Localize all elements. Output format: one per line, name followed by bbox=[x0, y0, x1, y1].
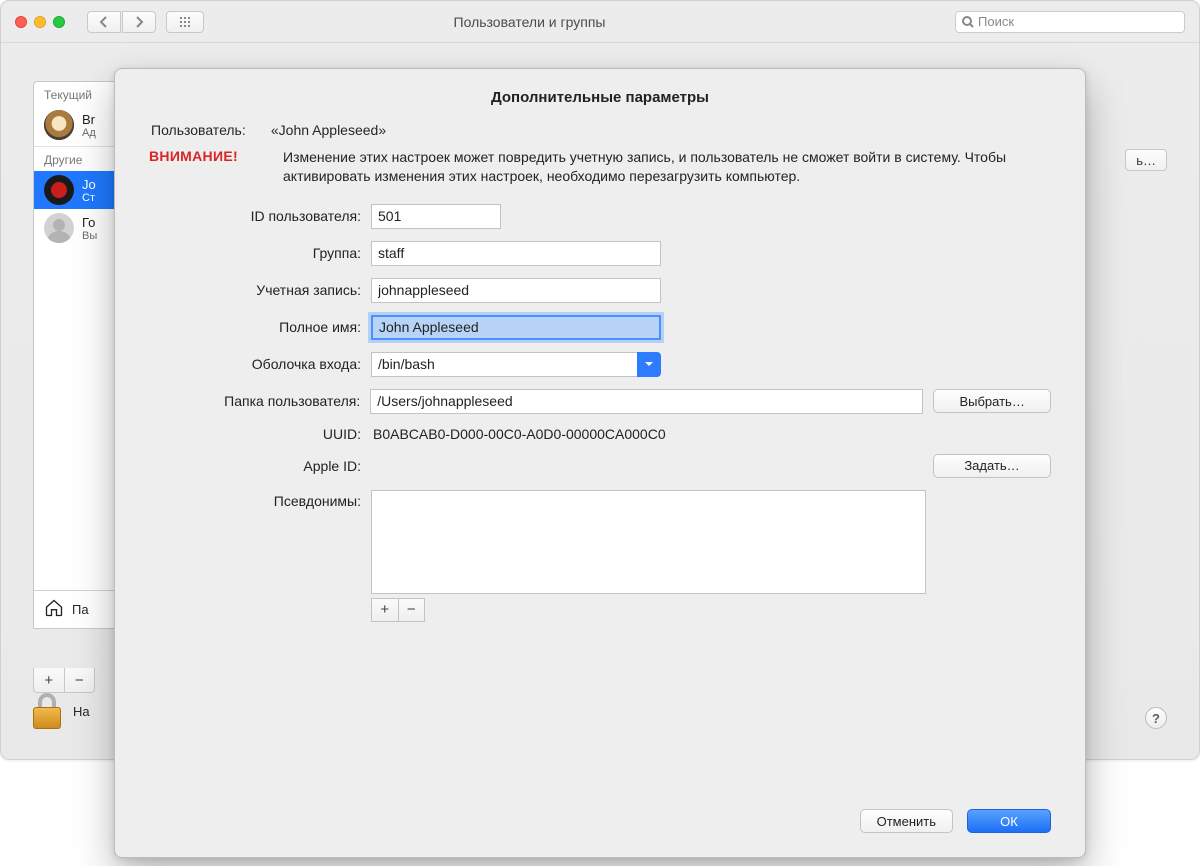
group-field[interactable] bbox=[371, 241, 661, 266]
full-name-field[interactable] bbox=[371, 315, 661, 340]
label-home-dir: Папка пользователя: bbox=[151, 393, 360, 409]
user-add-remove: + − bbox=[33, 668, 95, 693]
search-icon bbox=[962, 16, 974, 28]
remove-user-button[interactable]: − bbox=[65, 668, 95, 692]
help-button[interactable]: ? bbox=[1145, 707, 1167, 729]
sheet-title: Дополнительные параметры bbox=[149, 89, 1051, 106]
warning-text: Изменение этих настроек может повредить … bbox=[283, 148, 1051, 186]
user-role: Ад bbox=[82, 127, 96, 139]
label-aliases: Псевдонимы: bbox=[151, 490, 361, 509]
user-role: Ст bbox=[82, 192, 96, 204]
label-uuid: UUID: bbox=[151, 426, 361, 442]
search-input[interactable]: Поиск bbox=[955, 11, 1185, 33]
aliases-add-remove: + − bbox=[371, 598, 425, 622]
sheet-footer: Отменить ОК bbox=[860, 809, 1051, 833]
chevron-down-icon[interactable] bbox=[637, 352, 661, 377]
close-icon[interactable] bbox=[15, 16, 27, 28]
uuid-value: B0ABCAB0-D000-00C0-A0D0-00000CA000C0 bbox=[371, 426, 666, 442]
warning-badge: ВНИМАНИЕ! bbox=[149, 148, 271, 186]
add-user-button[interactable]: + bbox=[34, 668, 65, 692]
titlebar: Пользователи и группы Поиск bbox=[1, 1, 1199, 43]
add-alias-button[interactable]: + bbox=[372, 599, 399, 621]
user-name: Jo bbox=[82, 177, 96, 192]
warning-row: ВНИМАНИЕ! Изменение этих настроек может … bbox=[149, 148, 1051, 186]
home-dir-field[interactable] bbox=[370, 389, 923, 414]
remove-alias-button[interactable]: − bbox=[399, 599, 425, 621]
user-name: Го bbox=[82, 215, 97, 230]
label-group: Группа: bbox=[151, 245, 361, 261]
window-controls bbox=[15, 16, 65, 28]
login-shell-combo[interactable] bbox=[371, 352, 661, 377]
login-options-label: Па bbox=[72, 602, 89, 617]
label-user-id: ID пользователя: bbox=[151, 208, 361, 224]
avatar bbox=[44, 175, 74, 205]
avatar bbox=[44, 110, 74, 140]
login-shell-field[interactable] bbox=[371, 352, 637, 377]
user-name: Br bbox=[82, 112, 96, 127]
lock-row[interactable]: На bbox=[33, 693, 90, 729]
change-password-button-truncated[interactable]: ь… bbox=[1125, 149, 1167, 171]
advanced-options-sheet: Дополнительные параметры Пользователь: «… bbox=[114, 68, 1086, 858]
search-placeholder: Поиск bbox=[978, 14, 1014, 29]
set-apple-id-button[interactable]: Задать… bbox=[933, 454, 1051, 478]
window-title: Пользователи и группы bbox=[104, 14, 955, 30]
avatar bbox=[44, 213, 74, 243]
user-value: «John Appleseed» bbox=[271, 122, 386, 138]
label-login-shell: Оболочка входа: bbox=[151, 356, 361, 372]
label-full-name: Полное имя: bbox=[151, 319, 361, 335]
aliases-list[interactable] bbox=[371, 490, 926, 594]
form-rows: ID пользователя: Группа: Учетная запись:… bbox=[151, 204, 1051, 622]
cancel-button[interactable]: Отменить bbox=[860, 809, 953, 833]
user-role: Вы bbox=[82, 230, 97, 242]
label-apple-id: Apple ID: bbox=[151, 458, 361, 474]
zoom-icon[interactable] bbox=[53, 16, 65, 28]
user-line: Пользователь: «John Appleseed» bbox=[151, 122, 1051, 138]
lock-label: На bbox=[73, 704, 90, 719]
ok-button[interactable]: ОК bbox=[967, 809, 1051, 833]
choose-button[interactable]: Выбрать… bbox=[933, 389, 1051, 413]
minimize-icon[interactable] bbox=[34, 16, 46, 28]
account-field[interactable] bbox=[371, 278, 661, 303]
house-icon bbox=[44, 598, 64, 621]
label-account: Учетная запись: bbox=[151, 282, 361, 298]
user-label: Пользователь: bbox=[151, 122, 267, 138]
lock-icon bbox=[33, 693, 63, 729]
user-id-field[interactable] bbox=[371, 204, 501, 229]
